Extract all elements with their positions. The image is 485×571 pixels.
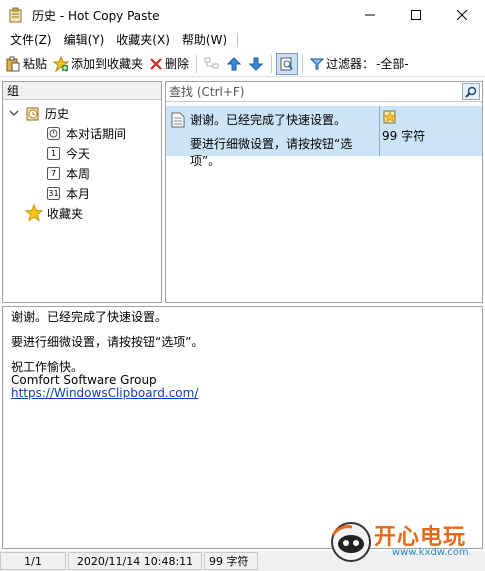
tree-item-favorites[interactable]: 收藏夹 [25, 203, 83, 223]
title-bar: 历史 - Hot Copy Paste [0, 0, 485, 30]
calendar-week-icon: 7 [47, 166, 60, 180]
history-icon [26, 107, 39, 121]
watermark-mascot-icon [331, 522, 371, 562]
delete-button[interactable]: 删除 [146, 53, 192, 75]
window-title: 历史 - Hot Copy Paste [32, 8, 160, 23]
tree-item-favorites-label: 收藏夹 [47, 206, 84, 221]
close-button[interactable] [439, 0, 485, 30]
preview-link[interactable]: https://WindowsClipboard.com/ [11, 386, 198, 400]
menu-bar: 文件(Z) 编辑(Y) 收藏夹(X) 帮助(W) [0, 30, 485, 50]
group-button[interactable] [201, 53, 223, 75]
tree-item-history-label: 历史 [45, 106, 70, 121]
filter-label: 过滤器： [326, 57, 375, 71]
delete-label: 删除 [165, 57, 190, 71]
maximize-button[interactable] [393, 0, 439, 30]
clip-line-1: 谢谢。已经完成了快速设置。 [190, 113, 347, 127]
add-favorite-icon [53, 55, 70, 72]
maximize-icon [411, 10, 421, 20]
filter-icon [310, 58, 325, 69]
filter-value: -全部- [376, 57, 409, 71]
move-up-button[interactable] [223, 53, 245, 75]
filter-dropdown[interactable]: 过滤器： -全部- [307, 53, 412, 75]
magnifier-page-icon [280, 57, 293, 70]
add-to-favorites-button[interactable]: 添加到收藏夹 [50, 53, 146, 75]
status-position: 1/1 [0, 552, 66, 570]
paste-icon [6, 56, 20, 71]
arrow-down-icon [249, 57, 264, 71]
tree-item-this-week-label: 本周 [66, 166, 91, 181]
toolbar: 粘贴 添加到收藏夹 删除 过滤器： -全部- [0, 51, 485, 77]
menu-edit[interactable]: 编辑(Y) [58, 30, 111, 50]
preview-toggle-button[interactable] [276, 52, 299, 75]
status-size: 99 字符 [204, 552, 258, 570]
menu-divider [237, 33, 239, 47]
clip-info-cell: 99 字符 [380, 106, 482, 156]
search-input[interactable]: 查找 (Ctrl+F) [166, 82, 482, 102]
calendar-month-icon: 31 [47, 186, 60, 200]
session-icon [47, 126, 60, 140]
toolbar-divider [196, 54, 198, 73]
clip-line-2: 要进行细微设置，请按按钮“选项”。 [190, 137, 353, 168]
menu-favorites[interactable]: 收藏夹(X) [110, 30, 176, 50]
arrow-up-icon [227, 56, 242, 70]
star-icon [25, 204, 43, 222]
tree-item-today-label: 今天 [66, 146, 91, 161]
clip-size: 99 字符 [382, 129, 426, 143]
group-panel: 组 历史 本对话期间 1 今天 7 本周 31 本月 收藏夹 [2, 81, 162, 303]
watermark-url: www.kxdw.com [392, 547, 469, 558]
tree-item-history[interactable]: 历史 [9, 103, 69, 123]
preview-line-1: 谢谢。已经完成了快速设置。 [11, 310, 168, 324]
menu-help[interactable]: 帮助(W) [176, 30, 233, 50]
clips-panel: 查找 (Ctrl+F) 谢谢。已经完成了快速设置。 要进行细微设置，请按按钮“选… [165, 81, 483, 303]
paste-label: 粘贴 [23, 57, 48, 71]
preview-line-2: 要进行细微设置，请按按钮“选项”。 [11, 335, 204, 349]
minimize-button[interactable] [347, 0, 393, 30]
tree-item-this-session[interactable]: 本对话期间 [47, 123, 126, 143]
move-down-button[interactable] [245, 53, 267, 75]
tree-item-this-session-label: 本对话期间 [66, 126, 127, 141]
watermark-logo: 开心电玩 www.kxdw.com [330, 517, 480, 571]
text-document-icon [171, 112, 185, 128]
search-icon [465, 86, 477, 98]
tree-item-this-month-label: 本月 [66, 186, 91, 201]
toolbar-divider [302, 54, 304, 73]
clip-text-cell: 谢谢。已经完成了快速设置。 要进行细微设置，请按按钮“选项”。 [166, 106, 380, 168]
search-button[interactable] [462, 83, 480, 100]
favorite-clip-icon [383, 110, 396, 124]
toolbar-divider [271, 54, 273, 73]
tree-item-this-month[interactable]: 31 本月 [47, 183, 90, 203]
clip-list-item[interactable]: 谢谢。已经完成了快速设置。 要进行细微设置，请按按钮“选项”。 99 字符 [166, 106, 482, 168]
add-to-favorites-label: 添加到收藏夹 [71, 57, 144, 71]
tree-icon [204, 57, 219, 68]
tree-item-this-week[interactable]: 7 本周 [47, 163, 90, 183]
search-placeholder: 查找 (Ctrl+F) [169, 85, 245, 99]
calendar-day-icon: 1 [47, 146, 60, 160]
close-icon [457, 10, 467, 20]
chevron-down-icon[interactable] [9, 108, 19, 118]
tree-item-today[interactable]: 1 今天 [47, 143, 90, 163]
app-icon [8, 7, 24, 23]
group-header: 组 [3, 82, 161, 100]
menu-file[interactable]: 文件(Z) [4, 30, 58, 50]
minimize-icon [365, 14, 375, 16]
preview-pane: 谢谢。已经完成了快速设置。 要进行细微设置，请按按钮“选项”。 祝工作愉快。 C… [2, 306, 483, 549]
paste-button[interactable]: 粘贴 [2, 53, 50, 75]
delete-icon [150, 57, 162, 70]
status-datetime: 2020/11/14 10:48:11 [68, 552, 202, 570]
